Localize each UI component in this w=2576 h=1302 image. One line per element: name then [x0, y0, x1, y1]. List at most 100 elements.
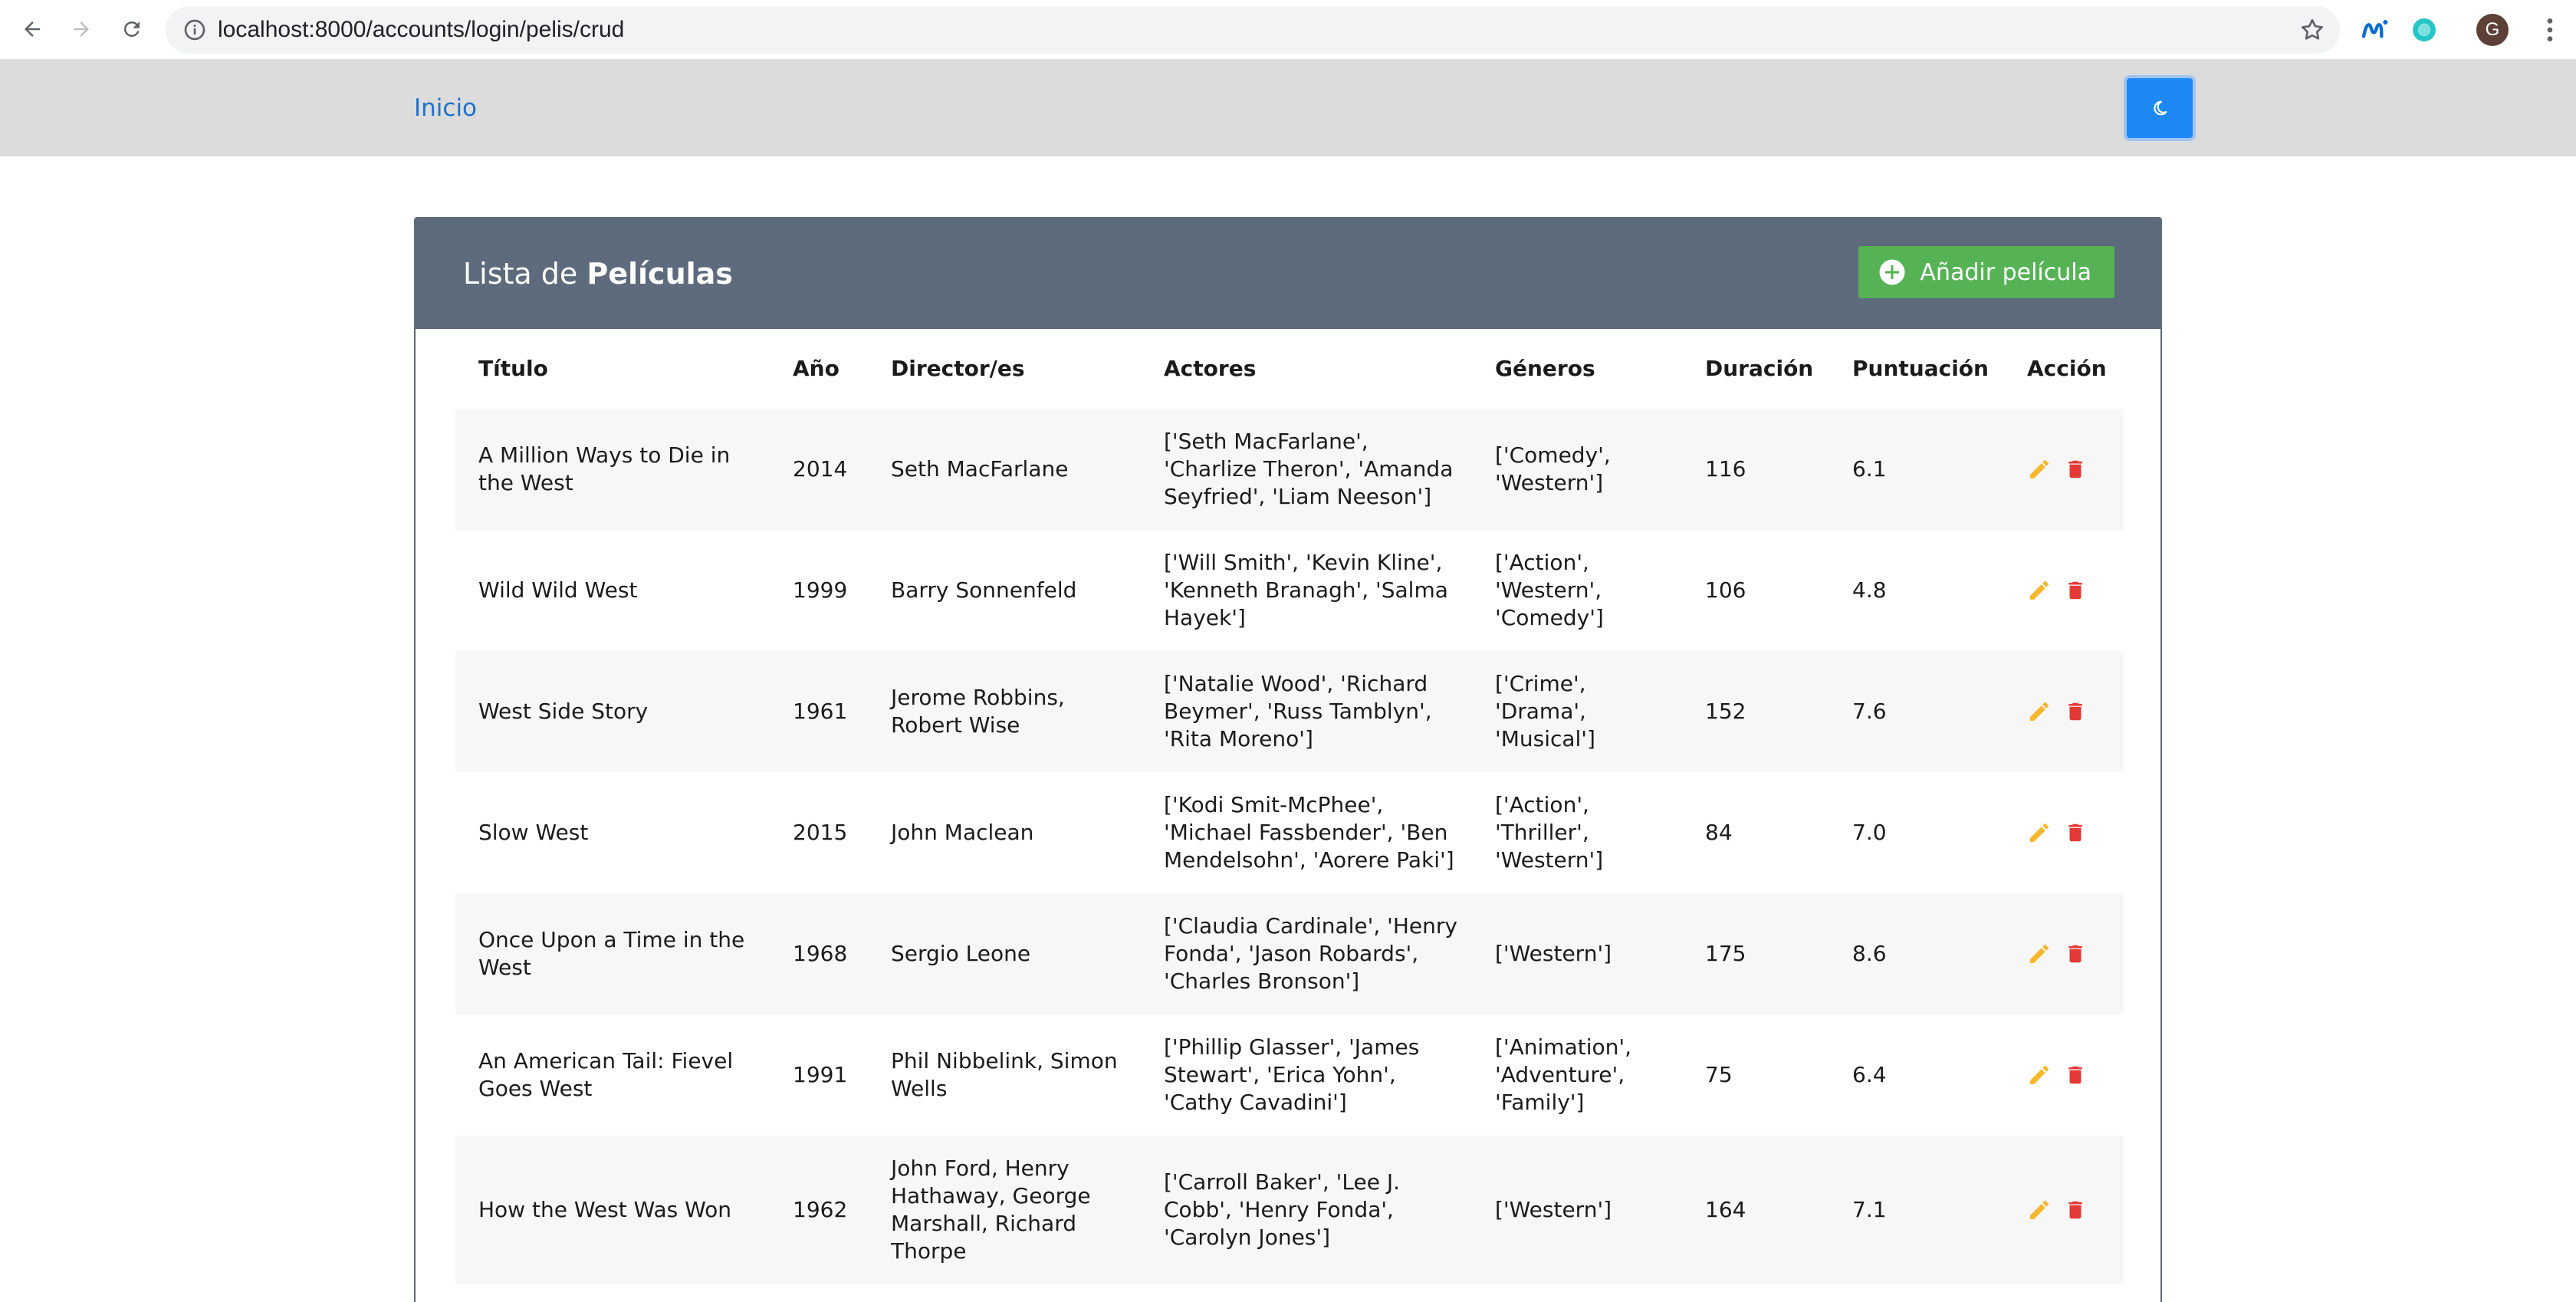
cell-genres: ['Western'] — [1472, 893, 1682, 1014]
home-link[interactable]: Inicio — [414, 60, 477, 156]
bookmark-star-icon[interactable] — [2298, 16, 2326, 47]
cell-actions — [2004, 1014, 2124, 1136]
cell-rating: 4.8 — [1852, 577, 1887, 603]
pencil-icon[interactable] — [2027, 942, 2052, 966]
cell-year: 1961 — [770, 651, 868, 772]
trash-icon[interactable] — [2064, 1198, 2087, 1222]
cell-year: 1968 — [770, 893, 868, 1014]
cell-title: A Million Ways to Die in the West — [455, 409, 770, 530]
cell-title: How the West Was Won — [455, 1136, 770, 1284]
cell-duration: 175 — [1682, 893, 1829, 1014]
table-row: Wild Wild West 1999 Barry Sonnenfeld ['W… — [455, 530, 2124, 651]
url-text[interactable]: localhost:8000/accounts/login/pelis/crud — [218, 6, 624, 54]
cell-genres: ['Animation', 'Adventure', 'Family'] — [1495, 1034, 1631, 1115]
add-movie-button[interactable]: Añadir película — [1858, 246, 2114, 298]
cell-actions — [2004, 530, 2124, 651]
cell-genres: ['Western'] — [1472, 1136, 1682, 1284]
column-header-genres[interactable]: Géneros — [1472, 329, 1682, 409]
table-row: West Side Story 1961 Jerome Robbins, Rob… — [455, 651, 2124, 772]
add-movie-label: Añadir película — [1920, 258, 2091, 286]
info-icon[interactable] — [182, 18, 207, 45]
cell-directors: Phil Nibbelink, Simon Wells — [891, 1048, 1118, 1101]
app-navbar: Inicio — [0, 60, 2576, 156]
column-header-directors[interactable]: Director/es — [868, 329, 1141, 409]
cell-duration: 152 — [1682, 651, 1829, 772]
cell-actions — [2004, 893, 2124, 1014]
cell-duration: 84 — [1705, 820, 1733, 845]
cell-actions — [2004, 1136, 2124, 1284]
plus-circle-icon — [1878, 258, 1906, 286]
more-options-icon[interactable] — [2535, 15, 2565, 48]
column-header-year[interactable]: Año — [770, 329, 868, 409]
cell-duration: 116 — [1682, 409, 1829, 530]
cell-title: Wild Wild West — [478, 577, 638, 603]
table-row: An American Tail: Fievel Goes West 1991 … — [455, 1014, 2124, 1136]
back-arrow-icon[interactable] — [14, 11, 51, 48]
table-row: A Million Ways to Die in the West 2014 S… — [455, 409, 2124, 530]
cell-title: Slow West — [478, 820, 589, 845]
browser-toolbar: localhost:8000/accounts/login/pelis/crud… — [0, 0, 2576, 60]
cell-actions — [2004, 409, 2124, 530]
cell-actors: ['Will Smith', 'Kevin Kline', 'Kenneth B… — [1164, 550, 1448, 630]
card-header: Lista de Películas Añadir película — [416, 219, 2160, 329]
trash-icon[interactable] — [2064, 699, 2087, 724]
cell-duration: 106 — [1705, 577, 1746, 603]
cell-actors: ['Seth MacFarlane', 'Charlize Theron', '… — [1141, 409, 1472, 530]
table-header-row: Título Año Director/es Actores Géneros D… — [455, 329, 2124, 409]
column-header-duration[interactable]: Duración — [1682, 329, 1829, 409]
cell-title: Once Upon a Time in the West — [455, 893, 770, 1014]
cell-directors: Jerome Robbins, Robert Wise — [868, 651, 1141, 772]
cell-directors: John Ford, Henry Hathaway, George Marsha… — [868, 1136, 1141, 1284]
cell-directors: Sergio Leone — [868, 893, 1141, 1014]
cell-directors: Barry Sonnenfeld — [891, 577, 1077, 603]
profile-avatar[interactable]: G — [2476, 14, 2509, 46]
trash-icon[interactable] — [2064, 942, 2087, 966]
cell-actions — [2004, 651, 2124, 772]
dark-mode-toggle-button[interactable] — [2124, 75, 2196, 141]
pencil-icon[interactable] — [2027, 1198, 2052, 1222]
movistar-extension-icon[interactable] — [2360, 15, 2390, 48]
cell-genres: ['Crime', 'Drama', 'Musical'] — [1472, 651, 1682, 772]
pencil-icon[interactable] — [2027, 578, 2052, 603]
trash-icon[interactable] — [2064, 578, 2087, 603]
cell-rating: 7.0 — [1852, 820, 1887, 845]
table-row: Slow West 2015 John Maclean ['Kodi Smit-… — [455, 772, 2124, 893]
page-title: Lista de Películas — [463, 257, 733, 291]
movies-table: Título Año Director/es Actores Géneros D… — [455, 329, 2124, 1284]
cell-actors: ['Carroll Baker', 'Lee J. Cobb', 'Henry … — [1141, 1136, 1472, 1284]
reload-icon[interactable] — [113, 11, 150, 48]
cell-actors: ['Natalie Wood', 'Richard Beymer', 'Russ… — [1141, 651, 1472, 772]
cell-title: West Side Story — [455, 651, 770, 772]
column-header-action: Acción — [2027, 356, 2107, 381]
pencil-icon[interactable] — [2027, 457, 2052, 482]
pencil-icon[interactable] — [2027, 1063, 2052, 1087]
cell-actors: ['Kodi Smit-McPhee', 'Michael Fassbender… — [1164, 792, 1454, 873]
cell-actors: ['Claudia Cardinale', 'Henry Fonda', 'Ja… — [1141, 893, 1472, 1014]
column-header-actors[interactable]: Actores — [1141, 329, 1472, 409]
table-row: How the West Was Won 1962 John Ford, Hen… — [455, 1136, 2124, 1284]
cell-year: 1991 — [793, 1062, 848, 1087]
column-header-title[interactable]: Título — [455, 329, 770, 409]
trash-icon[interactable] — [2064, 457, 2087, 482]
moon-icon — [2151, 100, 2168, 117]
cell-rating: 7.1 — [1829, 1136, 2004, 1284]
trash-icon[interactable] — [2064, 1063, 2087, 1087]
trash-icon[interactable] — [2064, 820, 2087, 845]
cell-rating: 8.6 — [1829, 893, 2004, 1014]
address-bar[interactable]: localhost:8000/accounts/login/pelis/crud — [166, 6, 2340, 54]
cell-genres: ['Action', 'Thriller', 'Western'] — [1495, 792, 1604, 873]
pencil-icon[interactable] — [2027, 699, 2052, 724]
table-row: Once Upon a Time in the West 1968 Sergio… — [455, 893, 2124, 1014]
cell-directors: John Maclean — [891, 820, 1034, 845]
extension-circle-icon[interactable] — [2409, 15, 2440, 48]
forward-arrow-icon[interactable] — [63, 11, 100, 48]
column-header-rating[interactable]: Puntuación — [1829, 329, 2004, 409]
cell-year: 1999 — [793, 577, 848, 603]
cell-duration: 75 — [1705, 1062, 1733, 1087]
cell-rating: 7.6 — [1829, 651, 2004, 772]
pencil-icon[interactable] — [2027, 820, 2052, 845]
movies-card: Lista de Películas Añadir película Títul… — [414, 217, 2162, 1302]
cell-directors: Seth MacFarlane — [868, 409, 1141, 530]
cell-title: An American Tail: Fievel Goes West — [478, 1048, 734, 1101]
cell-genres: ['Comedy', 'Western'] — [1472, 409, 1682, 530]
